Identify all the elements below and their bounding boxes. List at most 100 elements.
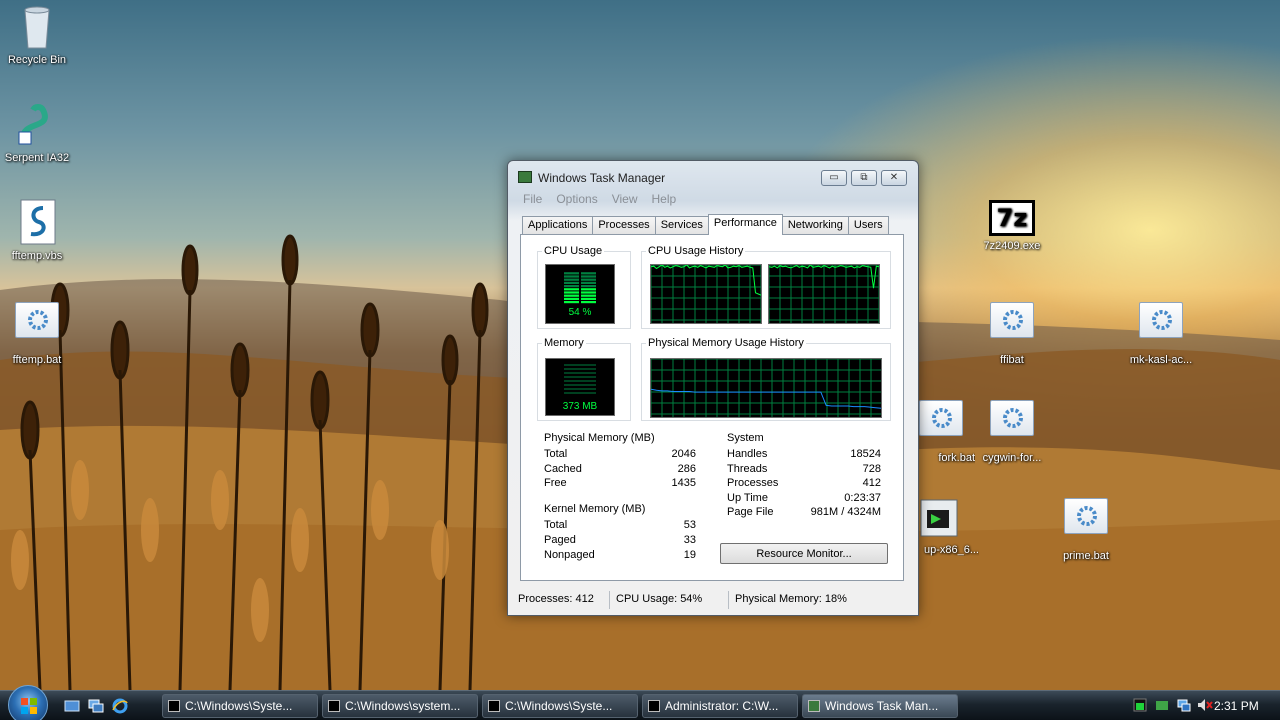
start-button[interactable] bbox=[8, 685, 48, 720]
tab-services[interactable]: Services bbox=[654, 216, 709, 235]
stat-row: Handles 18524 bbox=[727, 448, 881, 460]
menu-bar: File Options View Help bbox=[516, 190, 683, 208]
tab-users[interactable]: Users bbox=[847, 216, 889, 235]
desktop-icon-label: 7z2409.exe bbox=[983, 240, 1041, 252]
cpu-usage-value: 54 % bbox=[568, 307, 592, 318]
desktop-icon-ffibat[interactable]: ffibat bbox=[970, 296, 1054, 366]
taskbar-button-cmd-2[interactable]: C:\Windows\system... bbox=[322, 694, 478, 718]
desktop-icon-label: Serpent IA32 bbox=[4, 152, 70, 164]
close-button[interactable]: ✕ bbox=[881, 170, 907, 186]
desktop-icon-label: fftemp.vbs bbox=[11, 250, 63, 262]
taskbar: C:\Windows\Syste... C:\Windows\system...… bbox=[0, 685, 1280, 720]
cpu-history-graph-core1 bbox=[650, 264, 762, 324]
cpu-meter-segment bbox=[564, 294, 579, 297]
network-icon[interactable] bbox=[1177, 698, 1191, 712]
desktop-icon-cygwin[interactable]: cygwin-for... bbox=[970, 394, 1054, 464]
setup-exe-icon bbox=[917, 492, 965, 540]
cmd-icon bbox=[328, 700, 340, 712]
stat-row: Page File 981M / 4324M bbox=[727, 506, 881, 518]
cpu-meter-segment bbox=[564, 288, 579, 291]
tab-processes[interactable]: Processes bbox=[592, 216, 656, 235]
desktop-icon-setup[interactable]: up-x86_6... bbox=[917, 492, 979, 556]
internet-explorer-icon[interactable] bbox=[112, 698, 128, 714]
desktop-icon-mk-kasl[interactable]: mk-kasl-ac... bbox=[1119, 296, 1203, 366]
window-title: Windows Task Manager bbox=[538, 171, 666, 185]
cpu-meter-segment bbox=[581, 294, 596, 297]
memory-value: 373 MB bbox=[562, 401, 598, 412]
menu-help[interactable]: Help bbox=[645, 190, 684, 208]
title-bar[interactable]: Windows Task Manager ▭ ⧉ ✕ bbox=[508, 161, 918, 189]
desktop-icon-fftemp-vbs[interactable]: fftemp.vbs bbox=[0, 198, 79, 262]
stat-row: Up Time 0:23:37 bbox=[727, 492, 881, 504]
status-divider bbox=[728, 591, 729, 609]
system-heading: System bbox=[727, 432, 764, 444]
desktop-icon-label: up-x86_6... bbox=[923, 544, 979, 556]
kernel-memory-stats: Kernel Memory (MB) Total 53 Paged 33 Nonpa… bbox=[544, 503, 696, 563]
cpu-history-graph-core2 bbox=[768, 264, 880, 324]
stat-row: Threads 728 bbox=[727, 463, 881, 475]
system-stats: System Handles 18524 Threads 728 Processes… bbox=[727, 432, 881, 522]
taskbar-button-cmd-3[interactable]: C:\Windows\Syste... bbox=[482, 694, 638, 718]
batch-file-icon bbox=[1062, 498, 1110, 546]
cpu-tray-icon[interactable] bbox=[1133, 698, 1147, 712]
serpent-shortcut-icon bbox=[13, 100, 61, 148]
menu-options[interactable]: Options bbox=[549, 190, 604, 208]
show-desktop-icon[interactable] bbox=[64, 698, 80, 714]
cpu-meter-segment bbox=[564, 291, 579, 294]
desktop-icon-label: mk-kasl-ac... bbox=[1129, 354, 1193, 366]
tab-applications[interactable]: Applications bbox=[522, 216, 594, 235]
performance-panel: CPU Usage 54 % CPU Usage History Memory bbox=[520, 234, 904, 581]
desktop-icon-fork[interactable]: fork.bat bbox=[917, 394, 975, 464]
recycle-bin-icon bbox=[13, 2, 61, 50]
taskbar-button-task-manager[interactable]: Windows Task Man... bbox=[802, 694, 958, 718]
status-divider bbox=[609, 591, 610, 609]
tab-strip: Applications Processes Services Performa… bbox=[522, 214, 889, 235]
cpu-meter-segment bbox=[581, 301, 596, 304]
desktop-icon-prime[interactable]: prime.bat bbox=[1044, 492, 1128, 562]
windows-logo-icon bbox=[21, 698, 37, 714]
minimize-button[interactable]: ▭ bbox=[821, 170, 847, 186]
batch-file-icon bbox=[917, 400, 965, 448]
desktop-icon-7z[interactable]: 7z 7z2409.exe bbox=[970, 200, 1054, 252]
memory-history-label: Physical Memory Usage History bbox=[646, 337, 806, 349]
task-manager-window: Windows Task Manager ▭ ⧉ ✕ File Options … bbox=[507, 160, 919, 616]
physical-memory-stats: Physical Memory (MB) Total 2046 Cached 286… bbox=[544, 432, 696, 492]
memory-history-group: Physical Memory Usage History bbox=[641, 337, 891, 421]
cpu-meter-segment bbox=[564, 301, 579, 304]
physical-memory-heading: Physical Memory (MB) bbox=[544, 432, 655, 444]
switch-windows-icon[interactable] bbox=[88, 698, 104, 714]
volume-muted-icon[interactable] bbox=[1197, 698, 1213, 712]
status-cpu: CPU Usage: 54% bbox=[616, 593, 703, 605]
tab-networking[interactable]: Networking bbox=[781, 216, 849, 235]
resource-monitor-button[interactable]: Resource Monitor... bbox=[720, 543, 888, 564]
stat-row: Cached 286 bbox=[544, 463, 696, 475]
memory-label: Memory bbox=[542, 337, 586, 349]
kernel-memory-heading: Kernel Memory (MB) bbox=[544, 503, 646, 515]
cpu-meter-segment bbox=[581, 285, 596, 288]
script-file-icon bbox=[13, 198, 61, 246]
status-processes: Processes: 412 bbox=[518, 593, 594, 605]
batch-file-icon bbox=[988, 302, 1036, 350]
desktop-icon-label: fork.bat bbox=[938, 452, 975, 464]
stat-row: Processes 412 bbox=[727, 477, 881, 489]
tab-performance[interactable]: Performance bbox=[707, 214, 783, 235]
menu-file[interactable]: File bbox=[516, 190, 549, 208]
taskbar-button-admin-cmd[interactable]: Administrator: C:\W... bbox=[642, 694, 798, 718]
desktop-icon-fftemp-bat[interactable]: fftemp.bat bbox=[0, 296, 79, 366]
tray-icon[interactable] bbox=[1155, 698, 1169, 712]
desktop-icon-recycle-bin[interactable]: Recycle Bin bbox=[0, 2, 79, 66]
taskbar-button-cmd-1[interactable]: C:\Windows\Syste... bbox=[162, 694, 318, 718]
maximize-button[interactable]: ⧉ bbox=[851, 170, 877, 186]
desktop-icon-serpent[interactable]: Serpent IA32 bbox=[0, 100, 79, 164]
cmd-icon bbox=[648, 700, 660, 712]
memory-meter: 373 MB bbox=[545, 358, 615, 416]
cmd-icon bbox=[168, 700, 180, 712]
cpu-meter-segment bbox=[564, 281, 579, 284]
menu-view[interactable]: View bbox=[605, 190, 645, 208]
task-manager-icon bbox=[808, 700, 820, 712]
status-memory: Physical Memory: 18% bbox=[735, 593, 847, 605]
cpu-meter-segment bbox=[581, 278, 596, 281]
stat-row: Total 2046 bbox=[544, 448, 696, 460]
cpu-usage-label: CPU Usage bbox=[542, 245, 605, 257]
clock[interactable]: 2:31 PM bbox=[1214, 699, 1259, 713]
